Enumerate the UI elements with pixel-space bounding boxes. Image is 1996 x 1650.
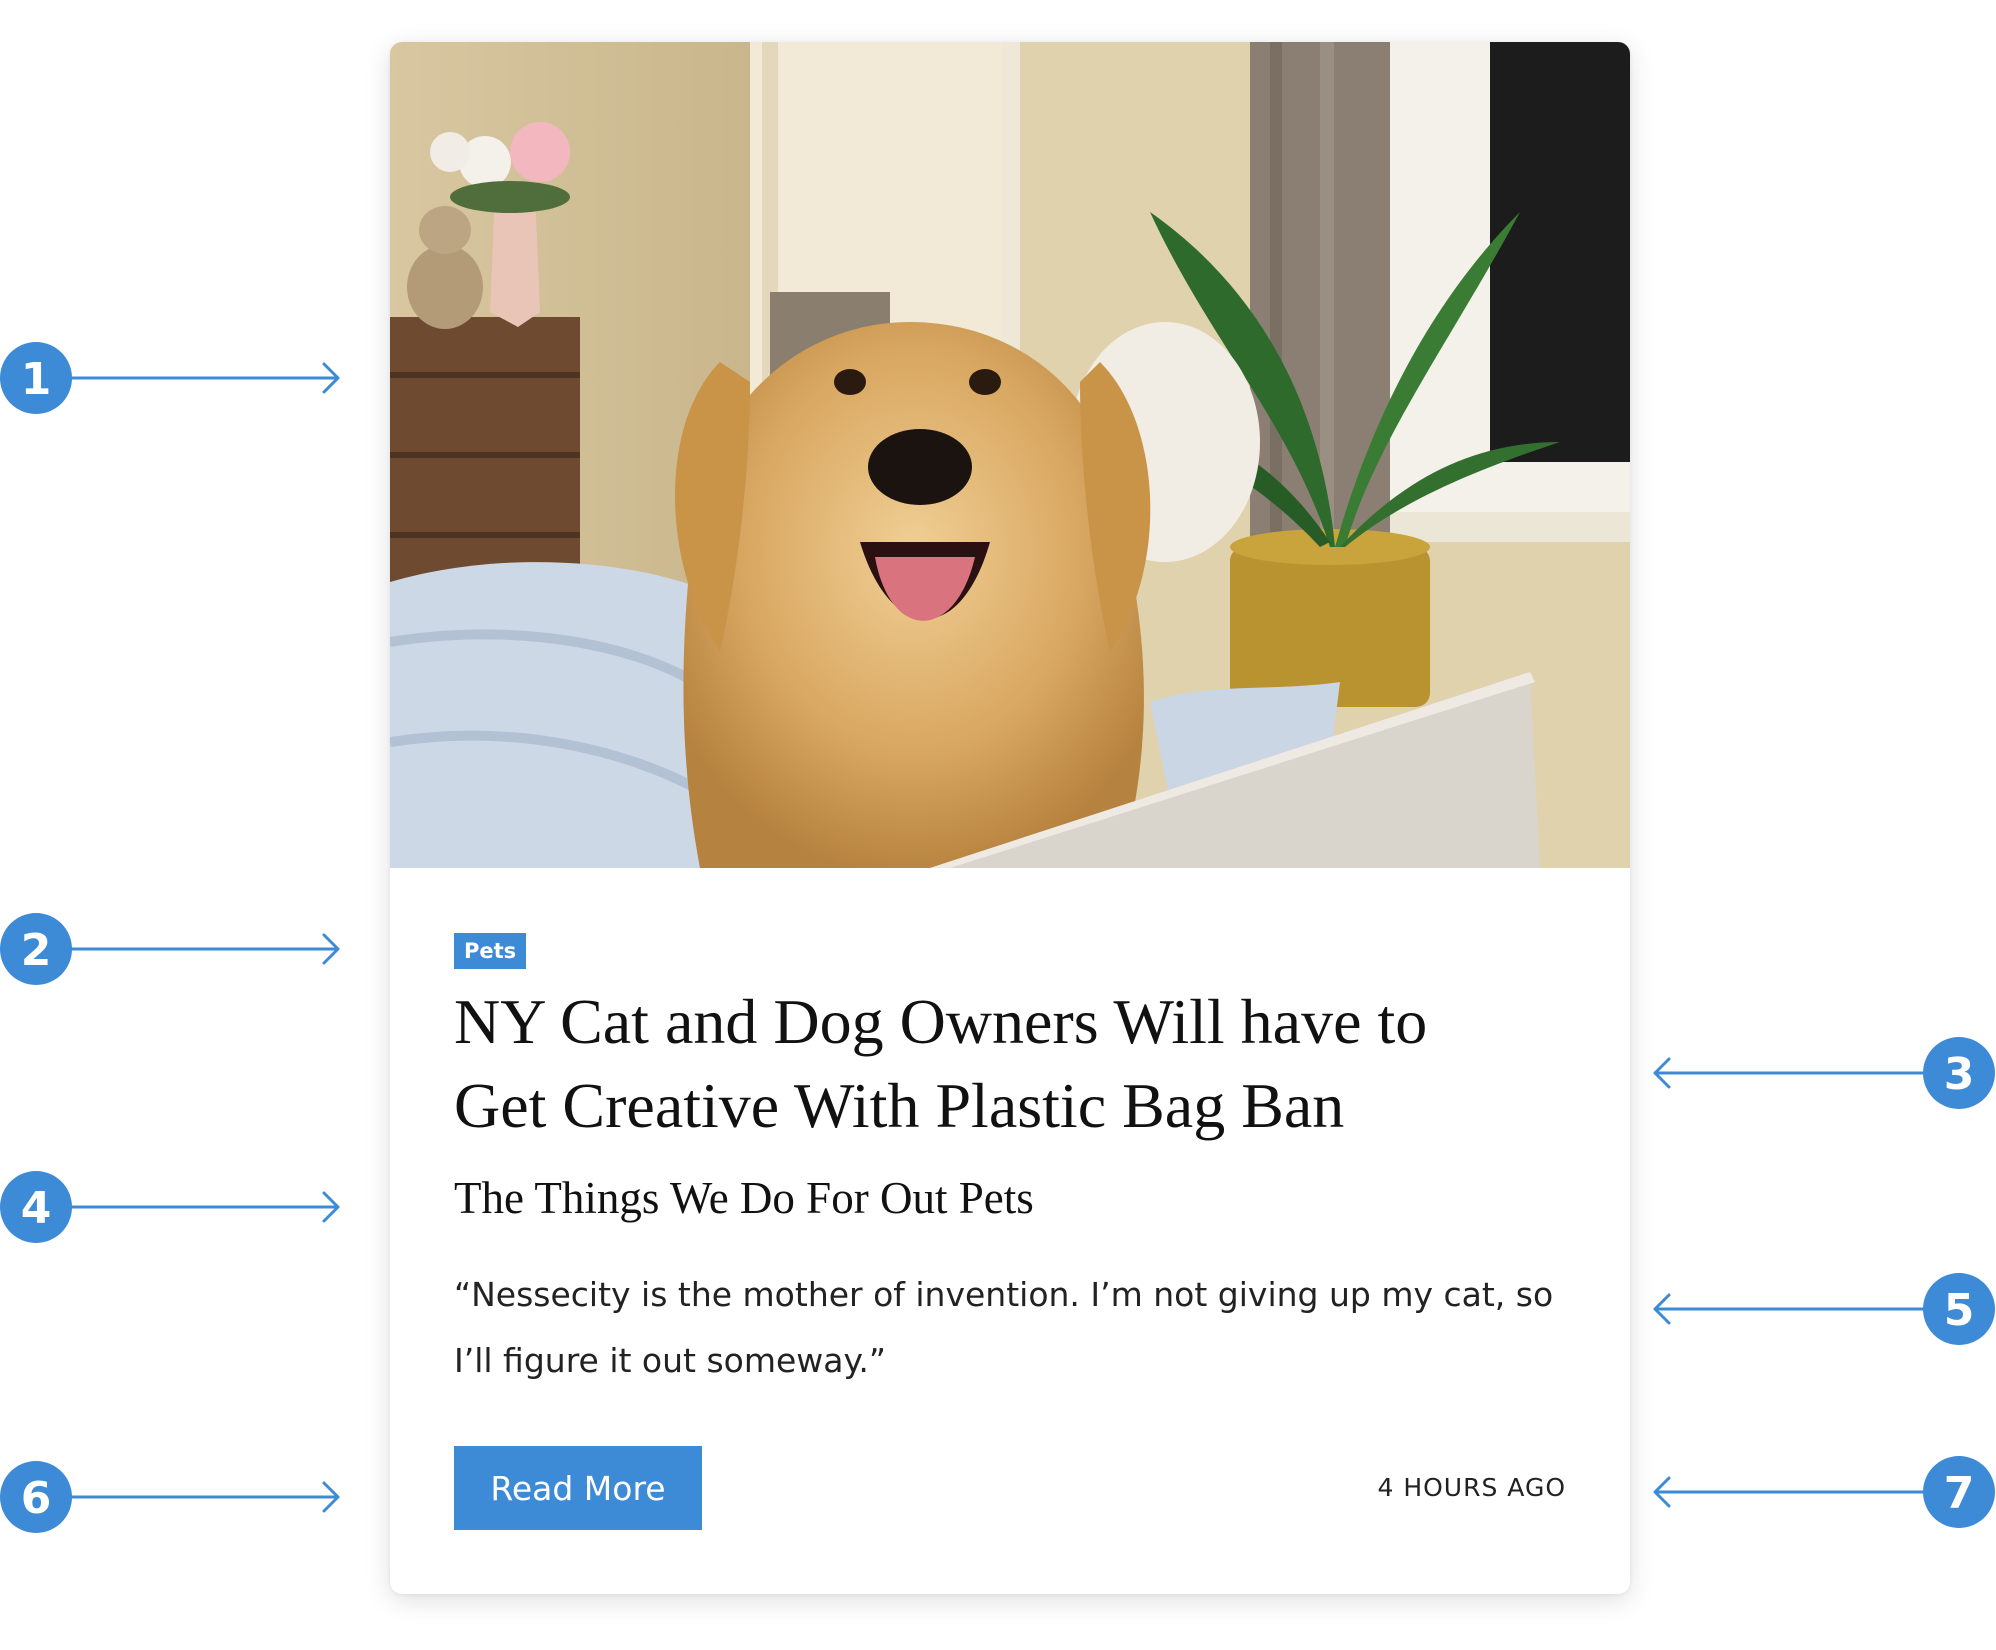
callout-badge-4 [0,1171,72,1243]
callout-arrow-1 [70,362,340,394]
headline-line-1: NY Cat and Dog Owners Will have to [454,986,1428,1057]
plant-pot [1230,547,1430,707]
callout-arrow-7 [1653,1476,1925,1508]
headline-line-2: Get Creative With Plastic Bag Ban [454,1070,1345,1141]
plush-bunny [407,245,483,329]
callout-number: 2 [21,925,52,976]
callout-number: 6 [21,1473,52,1524]
callout-badge-6 [0,1461,72,1533]
callout-arrow-4 [70,1191,340,1223]
callout-arrow-3 [1653,1057,1925,1089]
callout-number: 3 [1944,1049,1975,1100]
callout-arrow-5 [1653,1293,1925,1325]
callout-badge-1 [0,342,72,414]
article-excerpt: “Nessecity is the mother of invention. I… [454,1275,1554,1380]
dog-photo [390,42,1630,868]
dog [675,322,1151,868]
read-more-button[interactable]: Read More [454,1446,702,1530]
callout-arrow-6 [70,1481,340,1513]
article-subheadline: The Things We Do For Out Pets [454,1173,1034,1223]
article-card: Pets NY Cat and Dog Owners Will have to … [390,42,1630,1594]
article-headline[interactable]: NY Cat and Dog Owners Will have to Get C… [454,980,1584,1148]
callout-number: 5 [1944,1285,1975,1336]
category-tag[interactable]: Pets [454,933,527,969]
callout-badge-7 [1923,1456,1995,1528]
timestamp: 4 HOURS AGO [1377,1473,1566,1502]
callout-number: 1 [21,354,52,405]
callout-number: 7 [1944,1468,1975,1519]
callout-badge-2 [0,913,72,985]
callout-badge-5 [1923,1273,1995,1345]
callout-arrow-2 [70,933,340,965]
callout-badge-3 [1923,1037,1995,1109]
callout-number: 4 [21,1183,52,1234]
